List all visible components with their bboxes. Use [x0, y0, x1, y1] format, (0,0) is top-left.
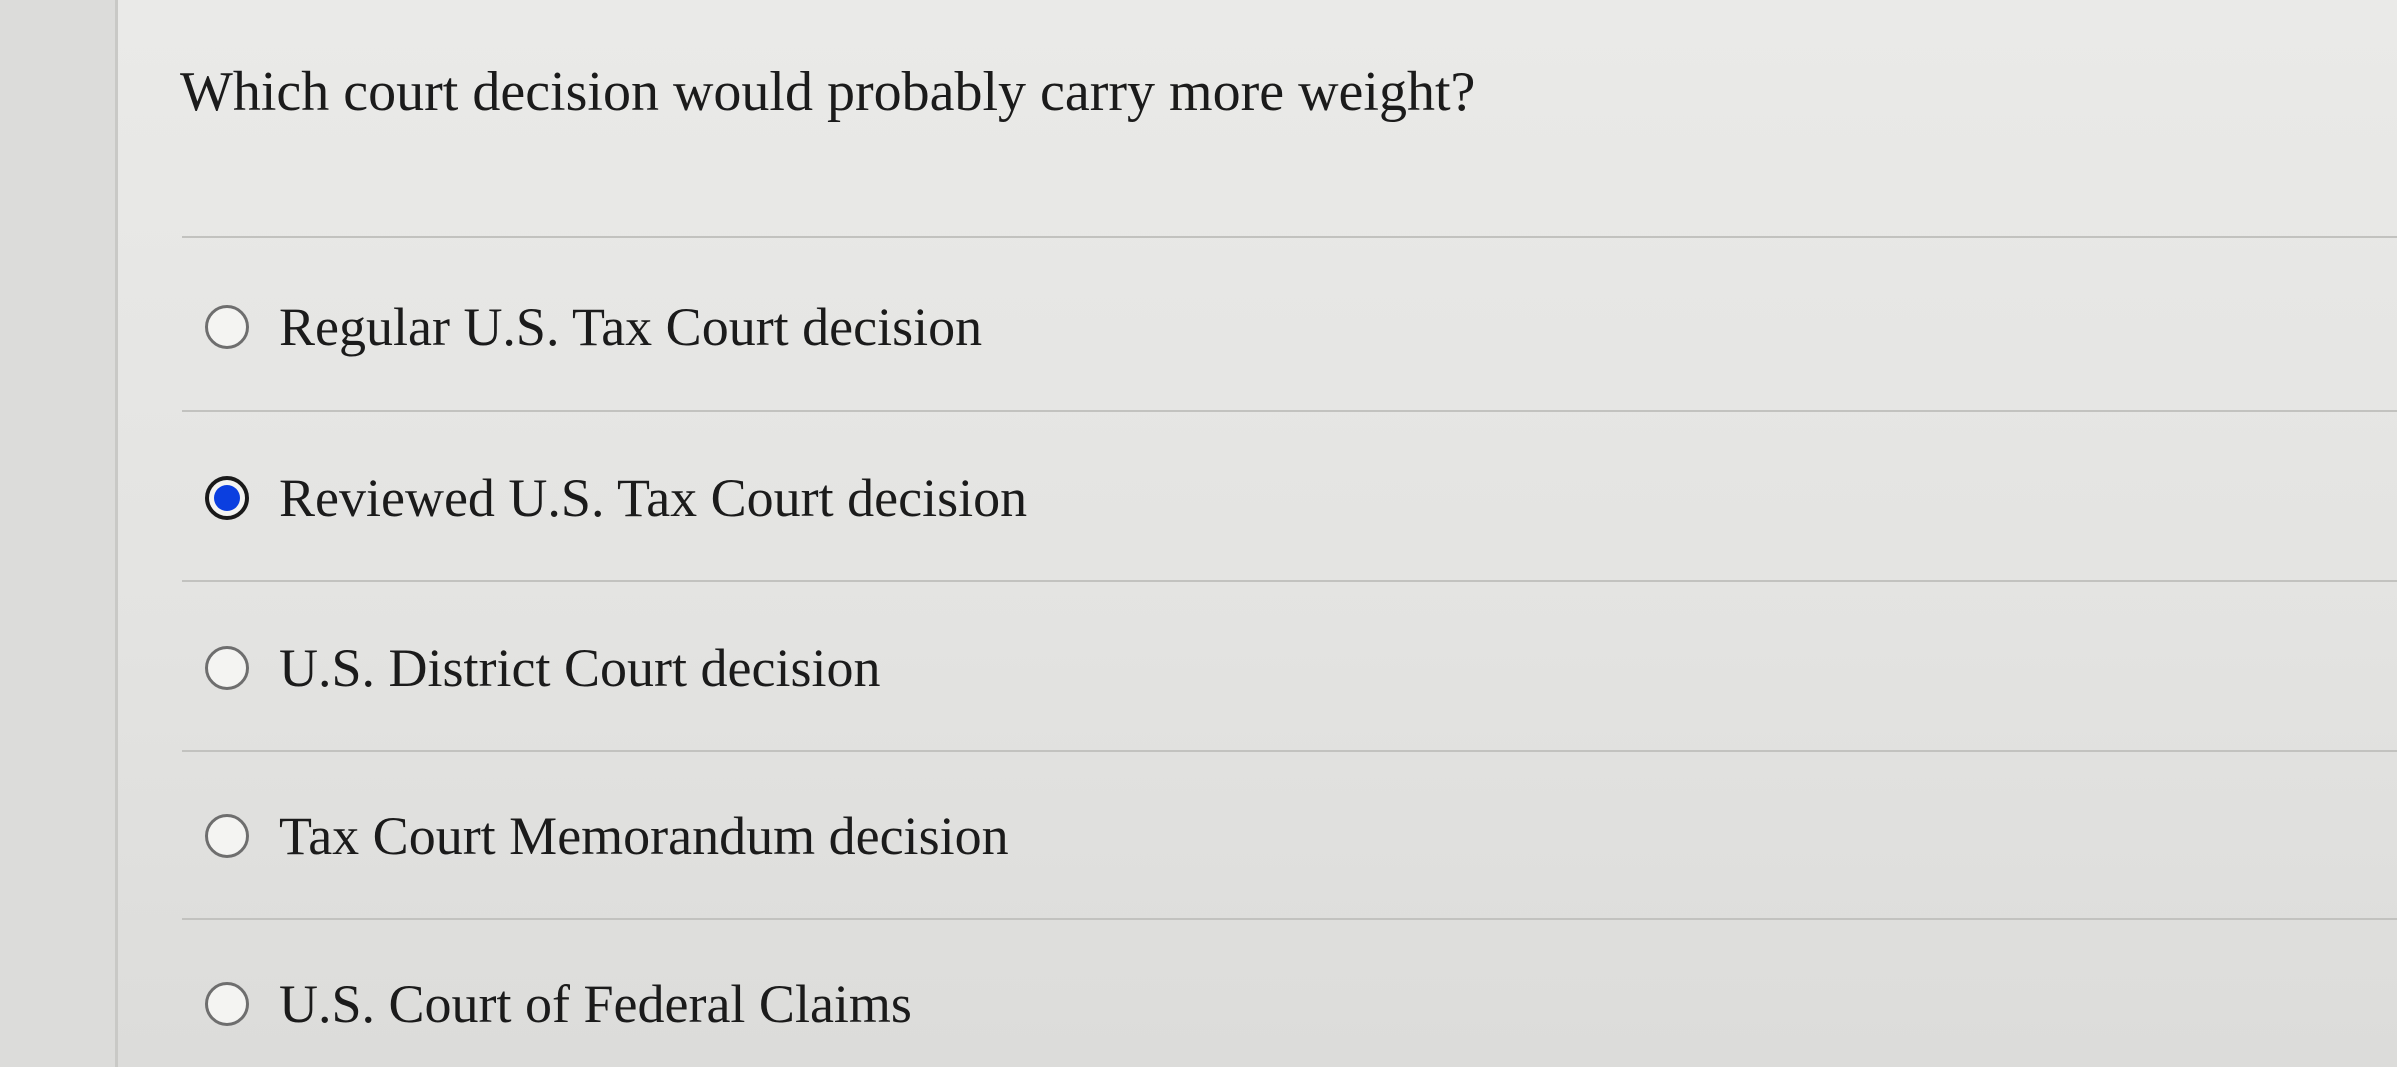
option-label: Tax Court Memorandum decision	[279, 806, 1009, 866]
left-gutter	[0, 0, 118, 1067]
radio-unchecked-icon[interactable]	[205, 646, 249, 690]
divider	[182, 410, 2397, 412]
radio-unchecked-icon[interactable]	[205, 305, 249, 349]
divider	[182, 580, 2397, 582]
radio-checked-icon[interactable]	[205, 476, 249, 520]
divider	[182, 918, 2397, 920]
option-court-of-federal-claims[interactable]: U.S. Court of Federal Claims	[205, 964, 912, 1044]
question-text: Which court decision would probably carr…	[180, 61, 1476, 123]
radio-unchecked-icon[interactable]	[205, 982, 249, 1026]
divider	[182, 236, 2397, 238]
option-label: Reviewed U.S. Tax Court decision	[279, 468, 1028, 528]
option-district-court[interactable]: U.S. District Court decision	[205, 628, 880, 708]
radio-unchecked-icon[interactable]	[205, 814, 249, 858]
option-regular-tax-court[interactable]: Regular U.S. Tax Court decision	[205, 287, 982, 367]
option-tax-court-memorandum[interactable]: Tax Court Memorandum decision	[205, 796, 1009, 876]
divider	[182, 750, 2397, 752]
option-reviewed-tax-court[interactable]: Reviewed U.S. Tax Court decision	[205, 458, 1027, 538]
option-label: U.S. Court of Federal Claims	[279, 974, 912, 1034]
option-label: Regular U.S. Tax Court decision	[279, 297, 983, 357]
option-label: U.S. District Court decision	[279, 638, 881, 698]
